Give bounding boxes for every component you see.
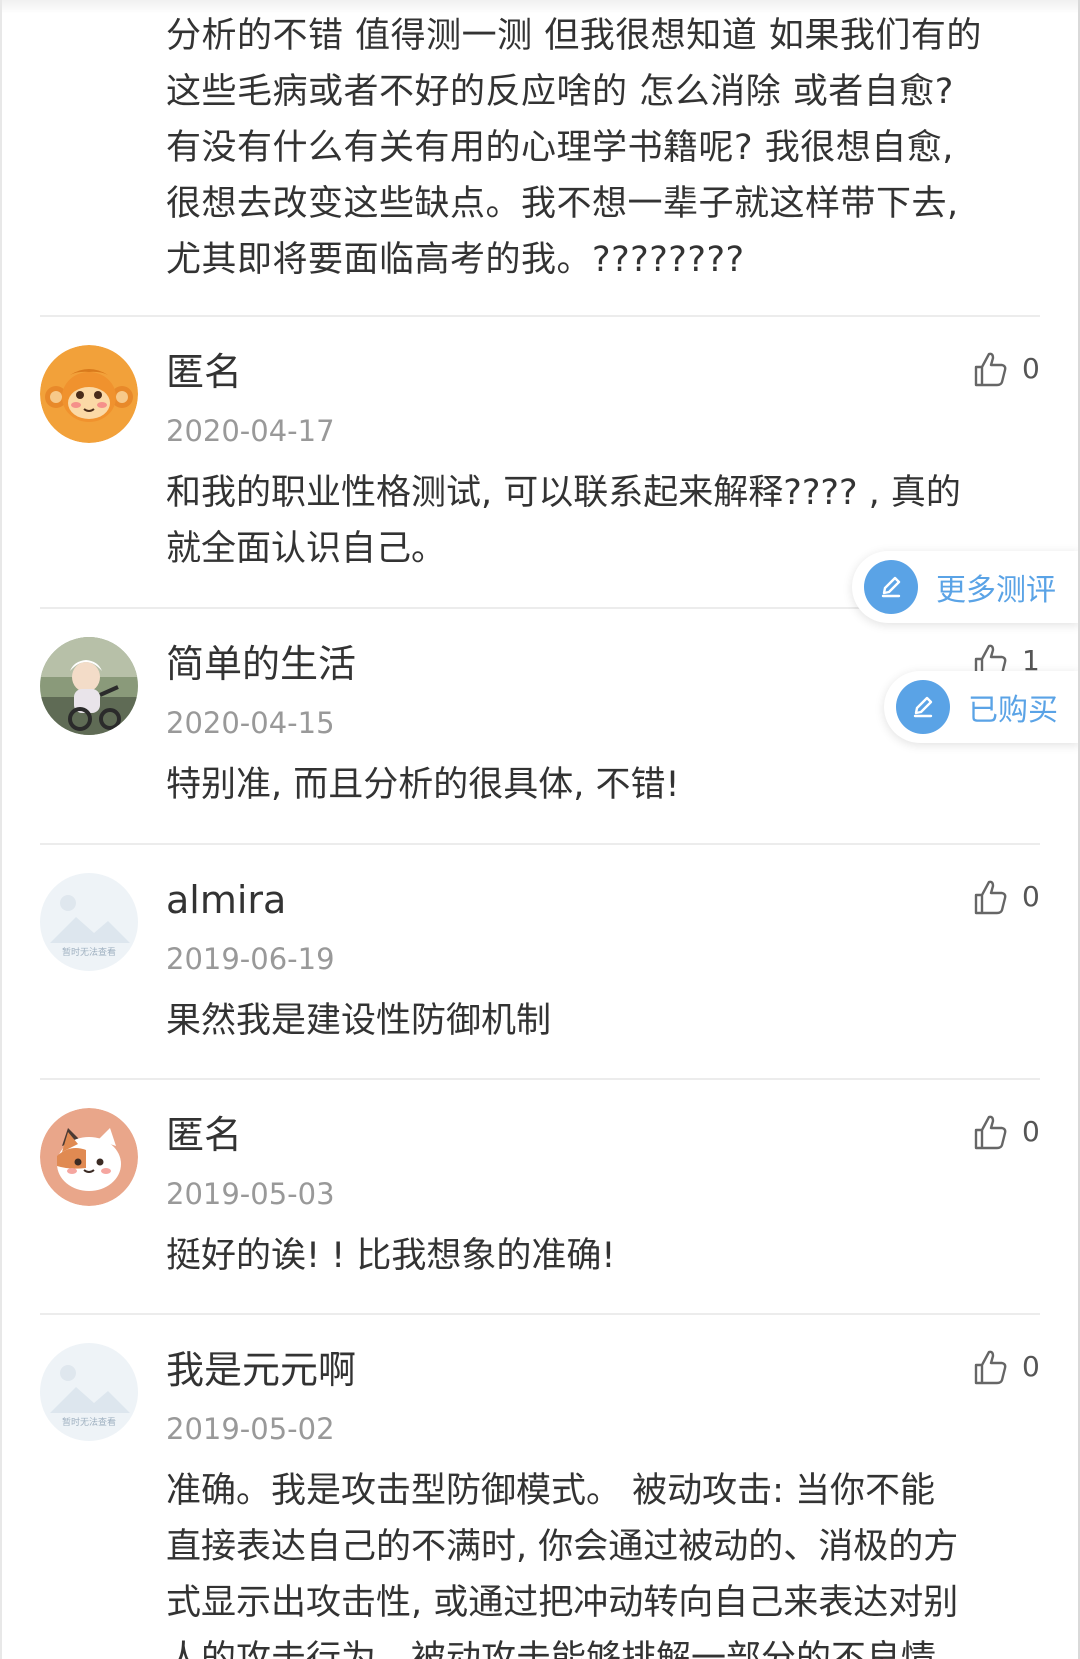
purchased-label: 已购买 xyxy=(968,693,1058,728)
baby-photo-avatar[interactable] xyxy=(40,637,138,735)
top-comment-body: 分析的不错 值得测一测 但我很想知道 如果我们有的 这些毛病或者不好的反应啥的 … xyxy=(166,8,1046,288)
more-reviews-button[interactable]: 更多测评 xyxy=(852,551,1080,623)
comment-line: 挺好的诶! ! 比我想象的准确! xyxy=(166,1236,616,1276)
like-count: 0 xyxy=(1022,1350,1040,1383)
comment-line: 很想去改变这些缺点。我不想一辈子就这样带下去, xyxy=(166,184,959,224)
comment-line: 这些毛病或者不好的反应啥的 怎么消除 或者自愈? xyxy=(166,72,954,112)
comment-username: 匿名 xyxy=(166,1113,243,1157)
thumbs-up-icon xyxy=(970,349,1010,389)
comment-date: 2020-04-15 xyxy=(166,706,335,740)
comment-username: 简单的生活 xyxy=(166,642,357,686)
placeholder-avatar[interactable]: 暂时无法查看 xyxy=(40,873,138,971)
pencil-icon xyxy=(896,680,950,734)
comment-line: 式显示出攻击性, 或通过把冲动转向自己来表达对别 xyxy=(166,1583,959,1623)
like-button[interactable]: 0 xyxy=(970,875,1040,919)
divider xyxy=(40,1313,1040,1315)
comment-username: almira xyxy=(166,878,287,922)
comment-line: 有没有什么有关有用的心理学书籍呢? 我很想自愈, xyxy=(166,128,954,168)
monkey-avatar[interactable] xyxy=(40,345,138,443)
cat-avatar[interactable] xyxy=(40,1108,138,1206)
more-reviews-label: 更多测评 xyxy=(936,573,1056,608)
comment-body: 挺好的诶! ! 比我想象的准确! xyxy=(166,1228,1046,1284)
thumbs-up-icon xyxy=(970,877,1010,917)
like-button[interactable]: 0 xyxy=(970,1345,1040,1389)
comment-date: 2019-05-02 xyxy=(166,1412,335,1446)
left-edge xyxy=(0,0,2,1659)
purchased-button[interactable]: 已购买 xyxy=(884,671,1080,743)
divider xyxy=(40,315,1040,317)
comment-line: 分析的不错 值得测一测 但我很想知道 如果我们有的 xyxy=(166,16,982,56)
comment-line: 人的攻击行为。被动攻击能够排解一部分的不良情 xyxy=(166,1639,937,1659)
placeholder-avatar-text: 暂时无法查看 xyxy=(62,1416,116,1428)
divider xyxy=(40,843,1040,845)
comment-line: 和我的职业性格测试, 可以联系起来解释???? , 真的 xyxy=(166,473,961,513)
comments-page: 分析的不错 值得测一测 但我很想知道 如果我们有的 这些毛病或者不好的反应啥的 … xyxy=(0,0,1080,1659)
comment-username: 匿名 xyxy=(166,350,243,394)
comment-date: 2019-06-19 xyxy=(166,942,335,976)
comment-line: 尤其即将要面临高考的我。???????? xyxy=(166,240,745,280)
thumbs-up-icon xyxy=(970,1112,1010,1152)
like-button[interactable]: 0 xyxy=(970,1110,1040,1154)
comment-body: 准确。我是攻击型防御模式。 被动攻击: 当你不能 直接表达自己的不满时, 你会通… xyxy=(166,1463,1046,1659)
comment-body: 果然我是建设性防御机制 xyxy=(166,993,1046,1049)
comment-date: 2020-04-17 xyxy=(166,414,335,448)
comment-username: 我是元元啊 xyxy=(166,1348,357,1392)
pencil-icon xyxy=(864,560,918,614)
comment-date: 2019-05-03 xyxy=(166,1177,335,1211)
divider xyxy=(40,1078,1040,1080)
comment-line: 特别准, 而且分析的很具体, 不错! xyxy=(166,765,680,805)
comment-body: 特别准, 而且分析的很具体, 不错! xyxy=(166,757,1046,813)
like-count: 0 xyxy=(1022,1115,1040,1148)
comment-line: 准确。我是攻击型防御模式。 被动攻击: 当你不能 xyxy=(166,1471,936,1511)
like-button[interactable]: 0 xyxy=(970,347,1040,391)
like-count: 0 xyxy=(1022,880,1040,913)
like-count: 0 xyxy=(1022,352,1040,385)
comment-line: 直接表达自己的不满时, 你会通过被动的、消极的方 xyxy=(166,1527,959,1567)
placeholder-avatar-text: 暂时无法查看 xyxy=(62,946,116,958)
comment-line: 果然我是建设性防御机制 xyxy=(166,1001,552,1041)
thumbs-up-icon xyxy=(970,1347,1010,1387)
placeholder-avatar[interactable]: 暂时无法查看 xyxy=(40,1343,138,1441)
